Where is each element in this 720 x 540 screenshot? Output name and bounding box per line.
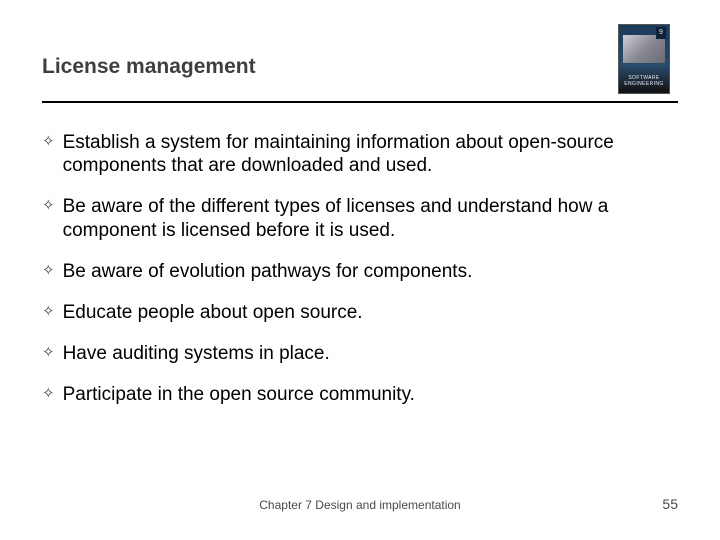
slide-title: License management <box>42 55 678 101</box>
diamond-bullet-icon: ✧ <box>42 345 55 360</box>
page-number: 55 <box>662 496 678 512</box>
diamond-bullet-icon: ✧ <box>42 198 55 213</box>
bullet-text: Establish a system for maintaining infor… <box>63 131 678 177</box>
bullet-text: Participate in the open source community… <box>63 383 415 406</box>
bullet-text: Be aware of the different types of licen… <box>63 195 678 241</box>
book-edition-badge: 9 <box>656 27 666 39</box>
slide: 9 SOFTWARE ENGINEERING License managemen… <box>0 0 720 540</box>
diamond-bullet-icon: ✧ <box>42 134 55 149</box>
list-item: ✧ Be aware of the different types of lic… <box>42 195 678 241</box>
list-item: ✧ Be aware of evolution pathways for com… <box>42 260 678 283</box>
bullet-text: Have auditing systems in place. <box>63 342 330 365</box>
list-item: ✧ Establish a system for maintaining inf… <box>42 131 678 177</box>
bullet-text: Be aware of evolution pathways for compo… <box>63 260 473 283</box>
header-divider <box>42 101 678 103</box>
list-item: ✧ Participate in the open source communi… <box>42 383 678 406</box>
diamond-bullet-icon: ✧ <box>42 304 55 319</box>
bullet-text: Educate people about open source. <box>63 301 363 324</box>
list-item: ✧ Educate people about open source. <box>42 301 678 324</box>
footer-chapter-label: Chapter 7 Design and implementation <box>0 498 720 512</box>
slide-content: ✧ Establish a system for maintaining inf… <box>42 103 678 406</box>
diamond-bullet-icon: ✧ <box>42 386 55 401</box>
list-item: ✧ Have auditing systems in place. <box>42 342 678 365</box>
slide-header: License management <box>42 55 678 103</box>
diamond-bullet-icon: ✧ <box>42 263 55 278</box>
